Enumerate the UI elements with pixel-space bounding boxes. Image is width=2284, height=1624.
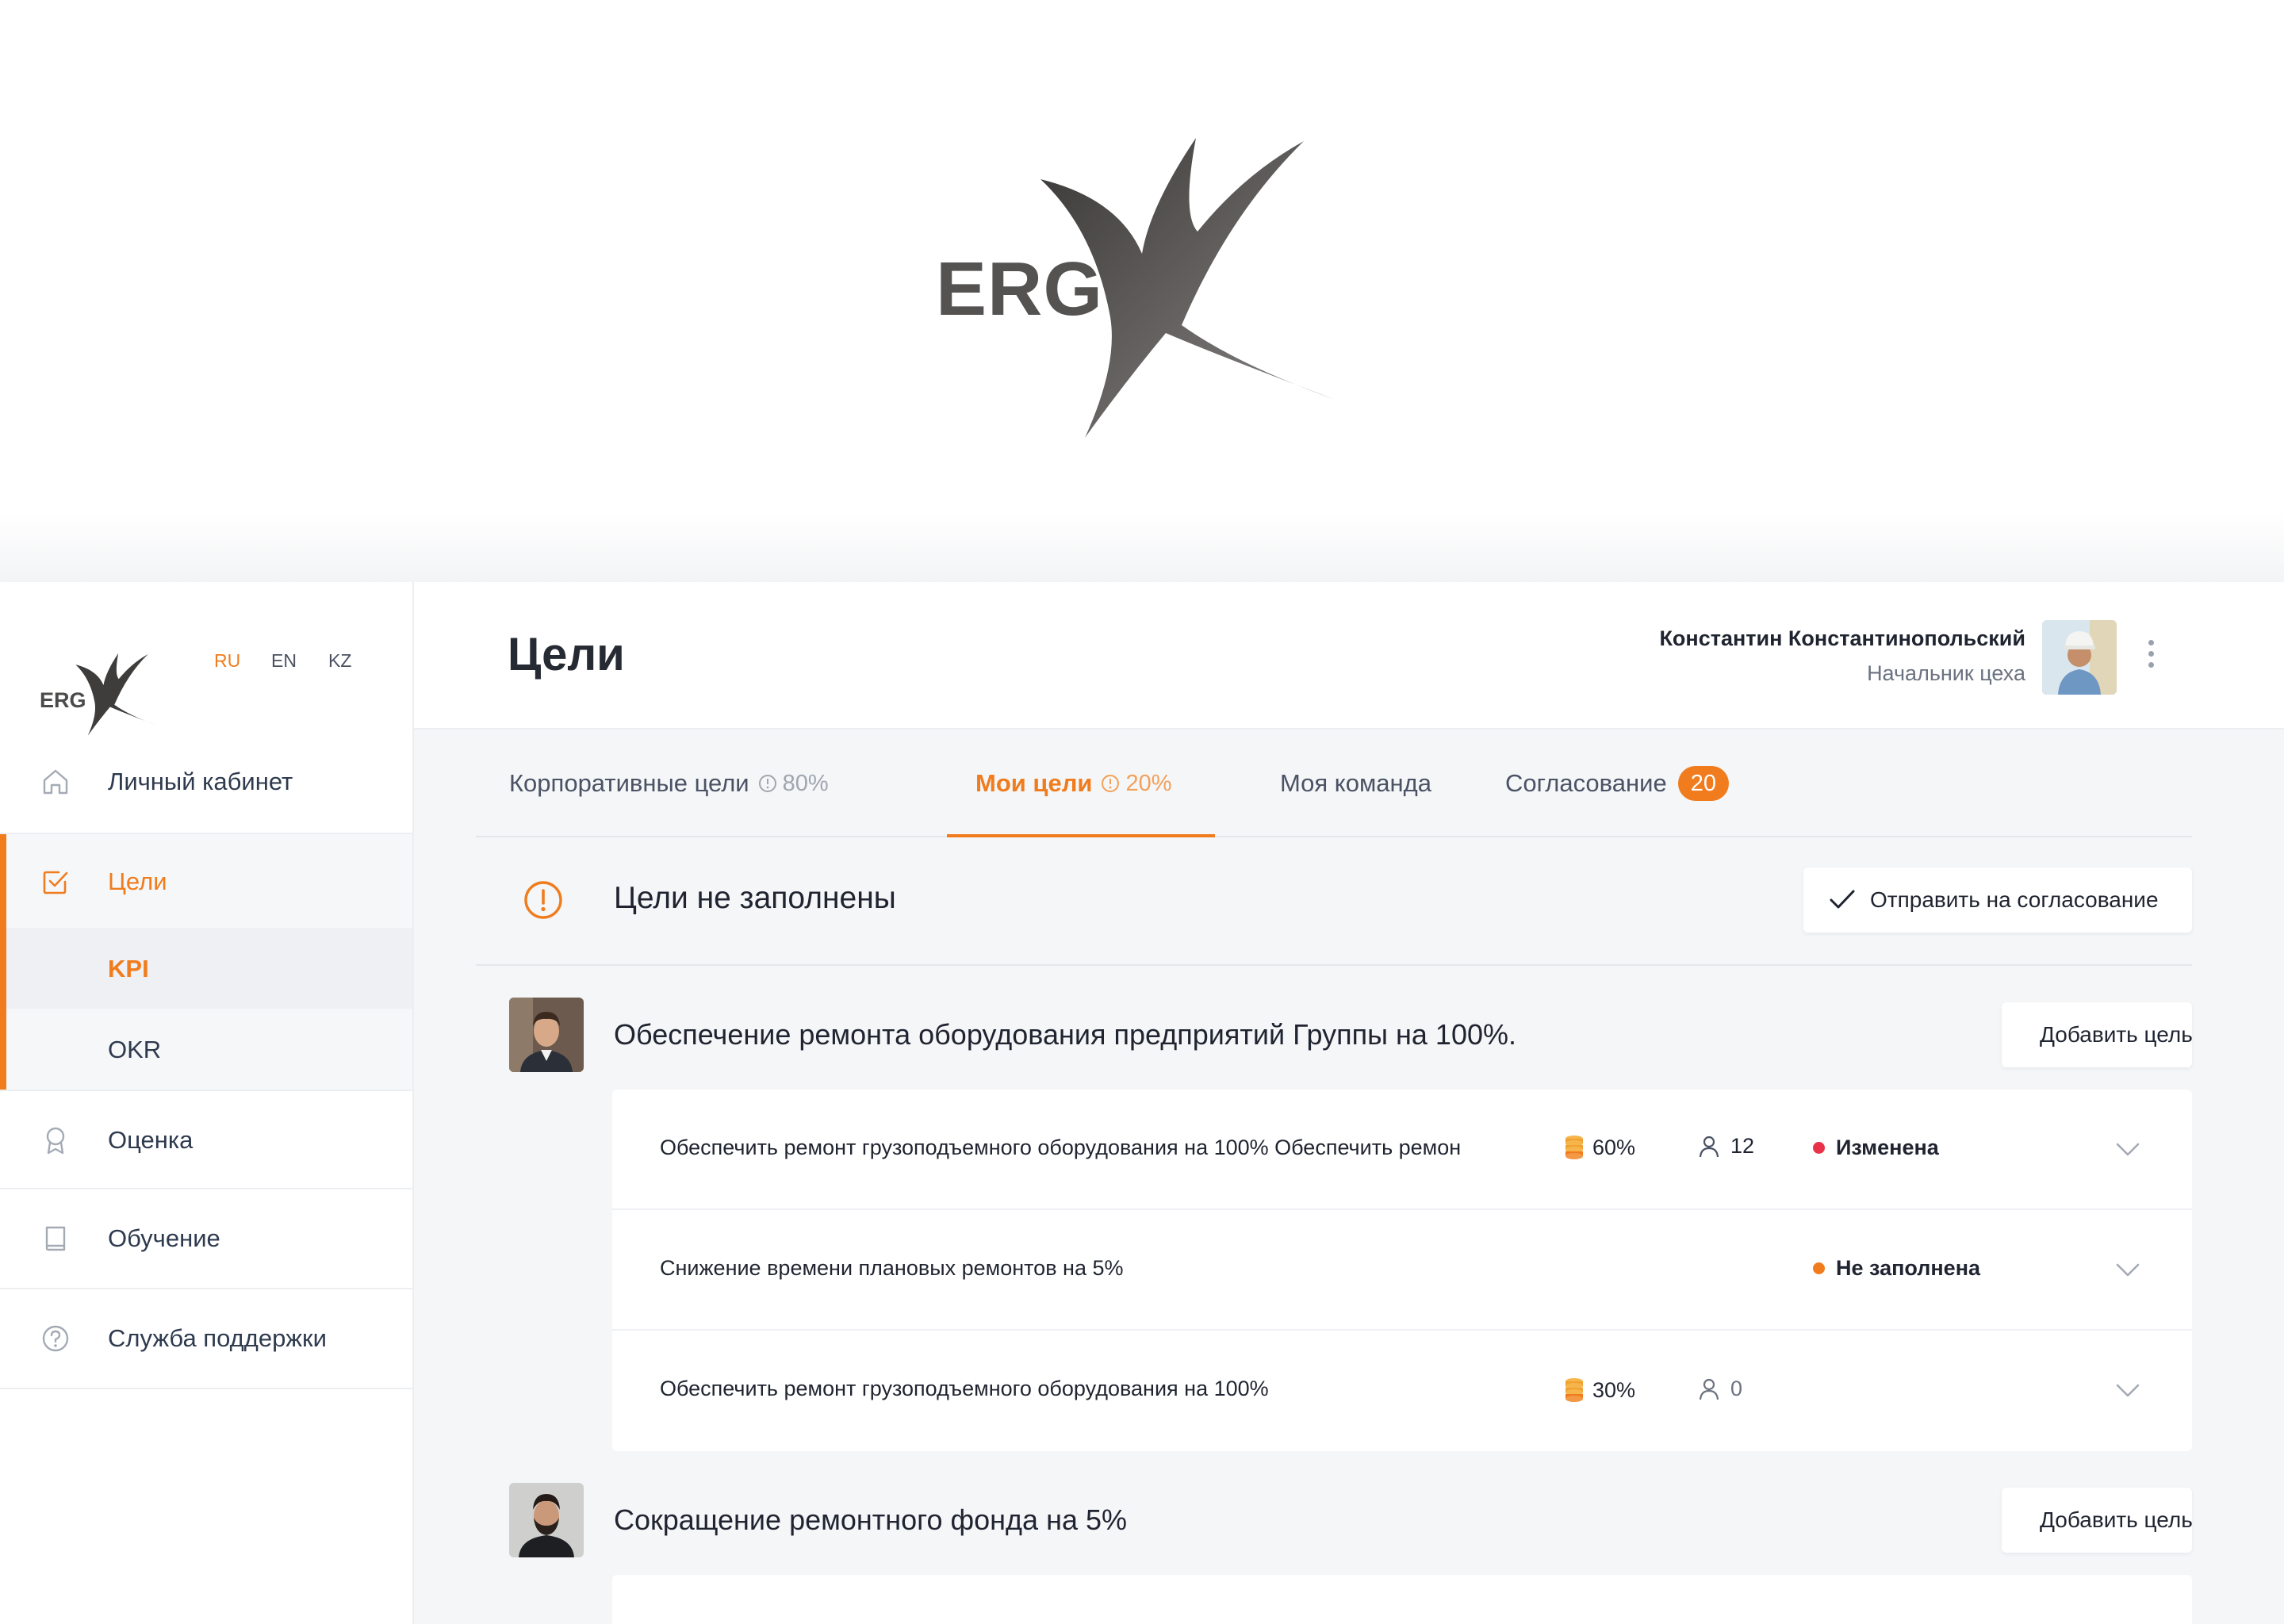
sidebar-item-learning[interactable]: Обучение xyxy=(0,1189,412,1289)
user-role: Начальник цеха xyxy=(1867,661,2025,685)
lang-en[interactable]: EN xyxy=(271,650,297,672)
goal-weight: 30% xyxy=(1564,1377,1635,1404)
checkmark-icon xyxy=(1830,890,1855,909)
user-name: Константин Константинопольский xyxy=(1659,626,2025,650)
tab-progress: 20% xyxy=(1100,770,1172,797)
add-goal-button[interactable]: Добавить цель xyxy=(2002,1488,2193,1553)
checkbox-icon xyxy=(43,871,68,894)
info-circle-icon xyxy=(758,775,776,792)
sidebar-logo[interactable]: ERG xyxy=(38,619,165,736)
goal-weight: 60% xyxy=(1564,1134,1635,1161)
book-icon xyxy=(45,1226,66,1251)
status-dot xyxy=(1813,1262,1825,1274)
goal-status: Изменена xyxy=(1813,1136,1939,1160)
active-indicator xyxy=(0,834,6,1090)
goal-group-title: Сокращение ремонтного фонда на 5% xyxy=(614,1503,1127,1536)
chevron-down-icon[interactable] xyxy=(2114,1258,2141,1281)
status-dot xyxy=(1813,1142,1825,1154)
goal-group-header: Обеспечение ремонта оборудования предпри… xyxy=(476,998,2193,1072)
help-icon xyxy=(42,1325,69,1352)
person-icon xyxy=(1699,1378,1719,1400)
warning-circle-icon xyxy=(524,881,562,919)
goal-participants: 0 xyxy=(1699,1377,1742,1401)
chevron-down-icon[interactable] xyxy=(2114,1378,2141,1402)
sidebar-item-evaluation[interactable]: Оценка xyxy=(0,1090,412,1189)
sidebar-item-label: Обучение xyxy=(108,1224,220,1252)
sidebar: ERG RU EN KZ Личный кабинет Цели KPI OKR xyxy=(0,582,414,1624)
home-icon xyxy=(43,769,68,795)
hero-banner: ERG xyxy=(0,0,2284,582)
coins-stack-icon xyxy=(1565,1378,1583,1402)
tab-label: Моя команда xyxy=(1280,769,1431,797)
avatar xyxy=(509,1483,584,1557)
sidebar-item-goals[interactable]: Цели xyxy=(0,834,412,928)
goal-title: Обеспечить ремонт грузоподъемного оборуд… xyxy=(660,1136,1462,1159)
award-icon xyxy=(46,1127,65,1155)
page-title: Цели xyxy=(508,629,625,680)
goal-weight-value: 30% xyxy=(1592,1377,1636,1402)
tab-corporate-goals[interactable]: Корпоративные цели 80% xyxy=(509,730,829,837)
more-menu-icon[interactable] xyxy=(2143,636,2159,677)
chevron-down-icon[interactable] xyxy=(2114,1137,2141,1161)
goal-participants: 12 xyxy=(1699,1134,1754,1159)
lang-kz[interactable]: KZ xyxy=(328,650,351,672)
goal-participants-count: 0 xyxy=(1730,1377,1743,1400)
tab-progress: 80% xyxy=(757,771,829,797)
button-label: Добавить цель xyxy=(2040,1507,2193,1532)
goal-title: Обеспечить ремонт грузоподъемного оборуд… xyxy=(660,1377,1269,1400)
sidebar-subitem-label: KPI xyxy=(108,955,149,982)
info-circle-icon xyxy=(1102,775,1120,792)
tab-approval[interactable]: Согласование 20 xyxy=(1505,730,1729,837)
erg-star-icon xyxy=(1040,138,1336,438)
avatar[interactable] xyxy=(2042,620,2117,695)
goal-row[interactable]: Обеспечить ремонт грузоподъемного оборуд… xyxy=(612,1090,2192,1210)
tab-label: Корпоративные цели xyxy=(509,769,749,797)
goal-status-label: Изменена xyxy=(1836,1136,1939,1159)
goal-title: Снижение времени плановых ремонтов на 5% xyxy=(660,1256,1124,1280)
alert-message: Цели не заполнены xyxy=(614,881,896,915)
goals-status-alert: Цели не заполнены Отправить на согласова… xyxy=(476,837,2192,966)
sidebar-item-cabinet[interactable]: Личный кабинет xyxy=(0,730,412,834)
sidebar-subitem-label: OKR xyxy=(108,1036,162,1063)
sidebar-item-label: Оценка xyxy=(108,1126,194,1154)
tab-label: Мои цели xyxy=(975,769,1093,797)
add-goal-button[interactable]: Добавить цель xyxy=(2002,1002,2193,1067)
tab-my-team[interactable]: Моя команда xyxy=(1280,730,1431,837)
avatar xyxy=(509,998,584,1072)
sidebar-item-label: Служба поддержки xyxy=(108,1324,327,1352)
coins-stack-icon xyxy=(1565,1136,1583,1159)
top-bar: Цели Константин Константинопольский Нача… xyxy=(414,582,2284,730)
button-label: Добавить цель xyxy=(2040,1022,2193,1047)
goal-row[interactable]: Обеспечить ремонт грузоподъемного оборуд… xyxy=(612,1331,2192,1451)
sidebar-subitem-kpi[interactable]: KPI xyxy=(0,928,412,1009)
sidebar-item-label: Личный кабинет xyxy=(108,768,293,795)
approval-count-badge: 20 xyxy=(1677,766,1729,801)
goal-list-card: Обеспечить ремонт грузоподъемного оборуд… xyxy=(612,1090,2192,1451)
goal-group-header: Сокращение ремонтного фонда на 5% Добави… xyxy=(476,1483,2193,1557)
goal-status: Не заполнена xyxy=(1813,1256,1980,1281)
app-window: ERG RU EN KZ Личный кабинет Цели KPI OKR xyxy=(0,582,2284,1624)
sidebar-item-support[interactable]: Служба поддержки xyxy=(0,1289,412,1389)
tab-percent: 20% xyxy=(1125,770,1172,796)
goal-row[interactable]: Снижение времени плановых ремонтов на 5%… xyxy=(612,1210,2192,1331)
person-icon xyxy=(1699,1136,1719,1157)
goal-participants-count: 12 xyxy=(1730,1134,1755,1158)
lang-ru[interactable]: RU xyxy=(214,650,240,672)
tab-my-goals[interactable]: Мои цели 20% xyxy=(975,730,1172,837)
goal-group-title: Обеспечение ремонта оборудования предпри… xyxy=(614,1018,1517,1051)
goal-status-label: Не заполнена xyxy=(1836,1256,1981,1280)
button-label: Отправить на согласование xyxy=(1870,887,2159,912)
sidebar-item-label: Цели xyxy=(108,868,167,895)
goal-list-card xyxy=(612,1575,2192,1624)
tab-label: Согласование xyxy=(1505,769,1667,797)
send-for-approval-button[interactable]: Отправить на согласование xyxy=(1803,868,2192,933)
erg-star-small-icon xyxy=(75,653,157,736)
main-content: Корпоративные цели 80% Мои цели 20% Моя … xyxy=(414,730,2284,1624)
tab-percent: 80% xyxy=(782,770,829,796)
erg-logo: ERG xyxy=(936,127,1348,444)
goal-weight-value: 60% xyxy=(1592,1135,1636,1159)
sidebar-subitem-okr[interactable]: OKR xyxy=(0,1009,412,1090)
goal-tabs: Корпоративные цели 80% Мои цели 20% Моя … xyxy=(476,730,2192,837)
